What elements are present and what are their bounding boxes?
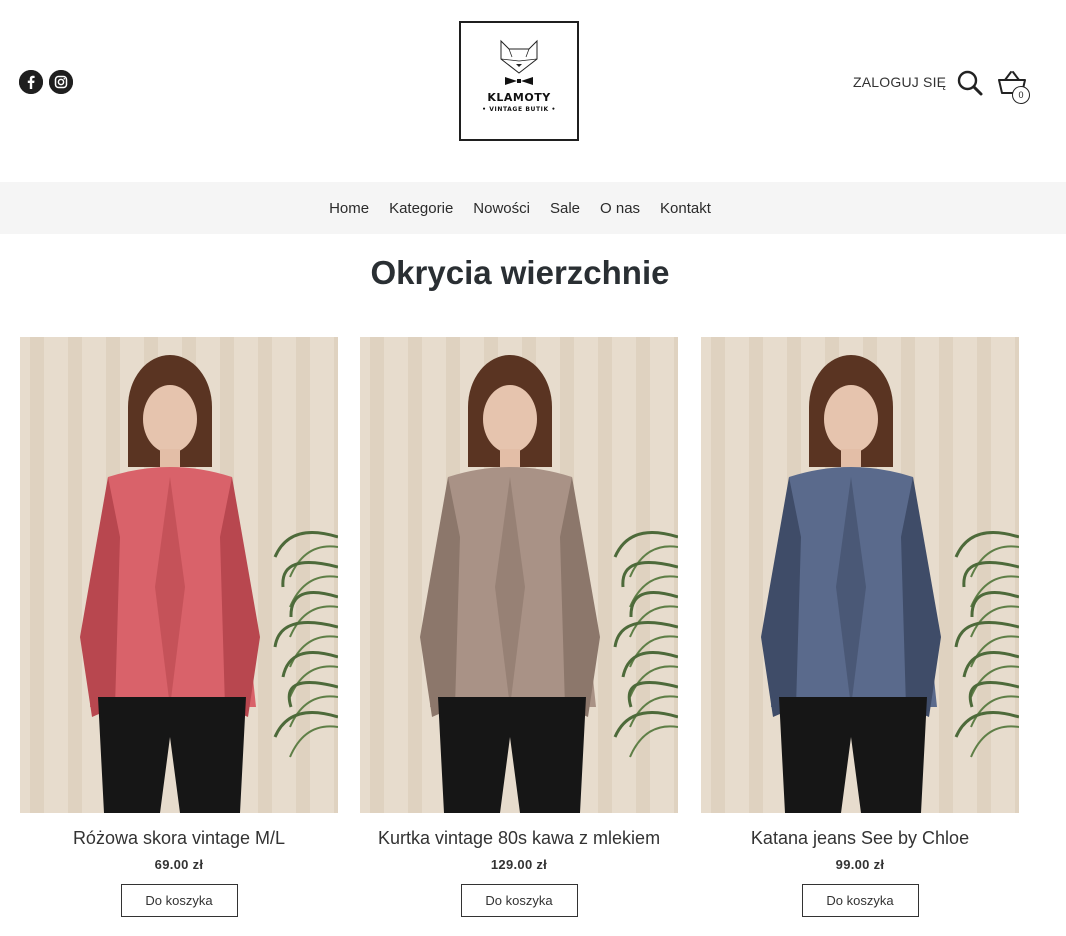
instagram-icon[interactable]: [49, 70, 73, 94]
product-price: 129.00 zł: [490, 857, 548, 872]
product-photo[interactable]: [360, 337, 678, 813]
add-to-cart-button[interactable]: Do koszyka: [120, 884, 238, 917]
cat-logo-icon: [500, 39, 538, 85]
logo-brand-text: KLAMOTY: [487, 91, 551, 104]
main-nav: Home Kategorie Nowości Sale O nas Kontak…: [0, 182, 1066, 234]
product-photo[interactable]: [20, 337, 338, 813]
product-name[interactable]: Katana jeans See by Chloe: [701, 828, 1019, 849]
nav-item-kategorie[interactable]: Kategorie: [389, 200, 453, 217]
site-header: KLAMOTY • VINTAGE BUTIK • ZALOGUJ SIĘ 0: [0, 0, 1066, 182]
product-price: 99.00 zł: [835, 857, 885, 872]
product-photo[interactable]: [701, 337, 1019, 813]
product-photo-image: [360, 337, 678, 813]
search-icon[interactable]: [956, 69, 984, 97]
product-name[interactable]: Różowa skora vintage M/L: [20, 828, 338, 849]
product-price: 69.00 zł: [154, 857, 204, 872]
nav-item-home[interactable]: Home: [329, 200, 369, 217]
product-name[interactable]: Kurtka vintage 80s kawa z mlekiem: [360, 828, 678, 849]
product-photo-image: [701, 337, 1019, 813]
add-to-cart-button[interactable]: Do koszyka: [801, 884, 919, 917]
nav-item-kontakt[interactable]: Kontakt: [660, 200, 711, 217]
product-card: Katana jeans See by Chloe 99.00 zł Do ko…: [701, 337, 1019, 917]
social-links: [19, 70, 73, 94]
product-card: Różowa skora vintage M/L 69.00 zł Do kos…: [20, 337, 338, 917]
page-title: Okrycia wierzchnie: [370, 254, 670, 291]
login-link[interactable]: ZALOGUJ SIĘ: [853, 74, 946, 90]
product-card: Kurtka vintage 80s kawa z mlekiem 129.00…: [360, 337, 678, 917]
nav-item-nowosci[interactable]: Nowości: [473, 200, 530, 217]
cart-count-badge: 0: [1012, 86, 1030, 104]
facebook-icon[interactable]: [19, 70, 43, 94]
add-to-cart-button[interactable]: Do koszyka: [460, 884, 578, 917]
site-logo[interactable]: KLAMOTY • VINTAGE BUTIK •: [459, 21, 579, 141]
nav-item-sale[interactable]: Sale: [550, 200, 580, 217]
product-photo-image: [20, 337, 338, 813]
logo-subtitle-text: • VINTAGE BUTIK •: [482, 106, 556, 113]
nav-item-o-nas[interactable]: O nas: [600, 200, 640, 217]
